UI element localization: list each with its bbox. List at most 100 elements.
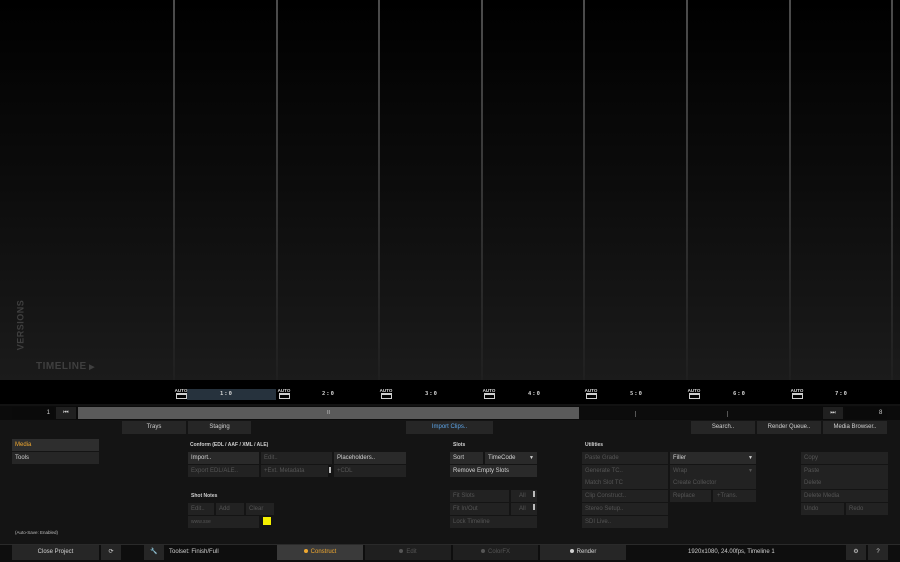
staging-button[interactable]: Staging	[188, 421, 251, 434]
note-color-swatch[interactable]	[263, 517, 271, 525]
film-icon	[483, 393, 495, 399]
sort-mode-select[interactable]: TimeCode ▼	[485, 452, 537, 464]
refresh-icon: ⟳	[108, 549, 114, 555]
fit-slots-button[interactable]: Fit Slots	[450, 490, 509, 502]
slot-divider	[378, 0, 380, 380]
add-note-button[interactable]: Add	[216, 503, 244, 515]
dropdown-arrow-icon: ▼	[529, 455, 534, 461]
film-icon	[278, 393, 290, 399]
skip-to-start-icon: ⏮	[63, 410, 69, 416]
toolset-button[interactable]: 🔧	[144, 545, 164, 560]
slot-divider	[276, 0, 278, 380]
versions-label: VERSIONS	[15, 299, 26, 351]
film-icon	[688, 393, 700, 399]
auto-marker[interactable]: AUTO	[687, 388, 701, 400]
ext-metadata-toggle[interactable]: +Ext. Metadata	[261, 465, 328, 477]
paste-grade-button[interactable]: Paste Grade	[582, 452, 668, 464]
stereo-setup-button[interactable]: Stereo Setup..	[582, 503, 668, 515]
render-queue-button[interactable]: Render Queue..	[757, 421, 821, 434]
auto-marker[interactable]: AUTO	[790, 388, 804, 400]
delete-media-button[interactable]: Delete Media	[801, 490, 888, 502]
skip-to-start-button[interactable]: ⏮	[56, 407, 76, 419]
slot-divider	[789, 0, 791, 380]
close-project-button[interactable]: Close Project	[12, 545, 99, 560]
status-dot-icon	[569, 549, 574, 554]
help-button[interactable]: ?	[868, 545, 888, 560]
sidebar-item-media[interactable]: Media	[12, 439, 99, 451]
remove-empty-slots-button[interactable]: Remove Empty Slots	[450, 465, 537, 477]
timecode-label: 2:0	[322, 391, 335, 397]
auto-marker[interactable]: AUTO	[277, 388, 291, 400]
clip-construct-button[interactable]: Clip Construct..	[582, 490, 668, 502]
timeline-viewport[interactable]: VERSIONS TIMELINE	[0, 0, 900, 380]
refresh-button[interactable]: ⟳	[101, 545, 121, 560]
sdi-live-button[interactable]: SDI Live..	[582, 516, 668, 528]
tab-construct[interactable]: Construct	[277, 545, 363, 560]
project-status: 1920x1080, 24.00fps, Timeline 1	[688, 549, 775, 555]
toolset-label: Toolset: Finish/Full	[169, 549, 219, 555]
tab-edit[interactable]: Edit	[365, 545, 451, 560]
scrollbar-track[interactable]	[579, 407, 822, 419]
create-collector-button[interactable]: Create Collector	[670, 477, 756, 489]
delete-button[interactable]: Delete	[801, 477, 888, 489]
redo-button[interactable]: Redo	[846, 503, 888, 515]
sidebar-item-tools[interactable]: Tools	[12, 452, 99, 464]
shot-notes-title: Shot Notes	[191, 493, 218, 499]
toggle-indicator	[533, 491, 535, 497]
wrap-select[interactable]: Wrap ▼	[670, 465, 756, 477]
timecode-label: 1:0	[220, 391, 233, 397]
start-frame-field[interactable]: 1	[12, 407, 54, 419]
auto-marker[interactable]: AUTO	[174, 388, 188, 400]
timecode-label: 7:0	[835, 391, 848, 397]
timecode-strip[interactable]	[0, 380, 900, 404]
film-icon	[791, 393, 803, 399]
cdl-toggle[interactable]: +CDL	[334, 465, 406, 477]
import-button[interactable]: Import..	[188, 452, 259, 464]
import-clips-button[interactable]: Import Clips..	[406, 421, 493, 434]
status-dot-icon	[399, 549, 404, 554]
slot-divider	[173, 0, 175, 380]
tab-render[interactable]: Render	[540, 545, 626, 560]
dropdown-arrow-icon: ▼	[748, 468, 753, 474]
timeline-toggle[interactable]: TIMELINE	[36, 361, 95, 372]
media-browser-button[interactable]: Media Browser..	[823, 421, 887, 434]
undo-button[interactable]: Undo	[801, 503, 844, 515]
replace-button[interactable]: Replace	[670, 490, 711, 502]
fit-in-out-button[interactable]: Fit In/Out	[450, 503, 509, 515]
copy-button[interactable]: Copy	[801, 452, 888, 464]
timeline-scrollbar[interactable]: II	[78, 407, 579, 419]
filler-select[interactable]: Filler ▼	[670, 452, 756, 464]
timecode-label: 3:0	[425, 391, 438, 397]
edit-note-button[interactable]: Edit..	[188, 503, 214, 515]
trays-button[interactable]: Trays	[122, 421, 186, 434]
placeholders-button[interactable]: Placeholders..	[334, 452, 406, 464]
versions-toggle[interactable]: VERSIONS	[15, 296, 32, 358]
note-field[interactable]: www.sse	[188, 516, 259, 528]
auto-marker[interactable]: AUTO	[379, 388, 393, 400]
settings-button[interactable]: ⚙	[846, 545, 866, 560]
slot-divider	[583, 0, 585, 380]
export-edl-button[interactable]: Export EDL/ALE..	[188, 465, 259, 477]
auto-marker[interactable]: AUTO	[584, 388, 598, 400]
tab-colorfx[interactable]: ColorFX	[453, 545, 538, 560]
film-icon	[380, 393, 392, 399]
edit-conform-button[interactable]: Edit..	[261, 452, 332, 464]
conform-title: Conform (EDL / AAF / XML / ALE)	[190, 442, 269, 448]
trans-toggle[interactable]: +Trans.	[713, 490, 756, 502]
status-dot-icon	[480, 549, 485, 554]
match-slot-tc-button[interactable]: Match Slot TC	[582, 477, 668, 489]
paste-button[interactable]: Paste	[801, 465, 888, 477]
search-button[interactable]: Search..	[691, 421, 755, 434]
skip-to-end-button[interactable]: ⏭	[823, 407, 843, 419]
sort-button[interactable]: Sort	[450, 452, 483, 464]
wrench-icon: 🔧	[150, 549, 158, 555]
generate-tc-button[interactable]: Generate TC..	[582, 465, 668, 477]
dropdown-arrow-icon: ▼	[748, 455, 753, 461]
lock-timeline-toggle[interactable]: Lock Timeline	[450, 516, 537, 528]
end-frame-field[interactable]: 8	[845, 407, 887, 419]
film-icon	[175, 393, 187, 399]
timecode-label: 6:0	[733, 391, 746, 397]
film-icon	[585, 393, 597, 399]
clear-note-button[interactable]: Clear	[246, 503, 274, 515]
auto-marker[interactable]: AUTO	[482, 388, 496, 400]
